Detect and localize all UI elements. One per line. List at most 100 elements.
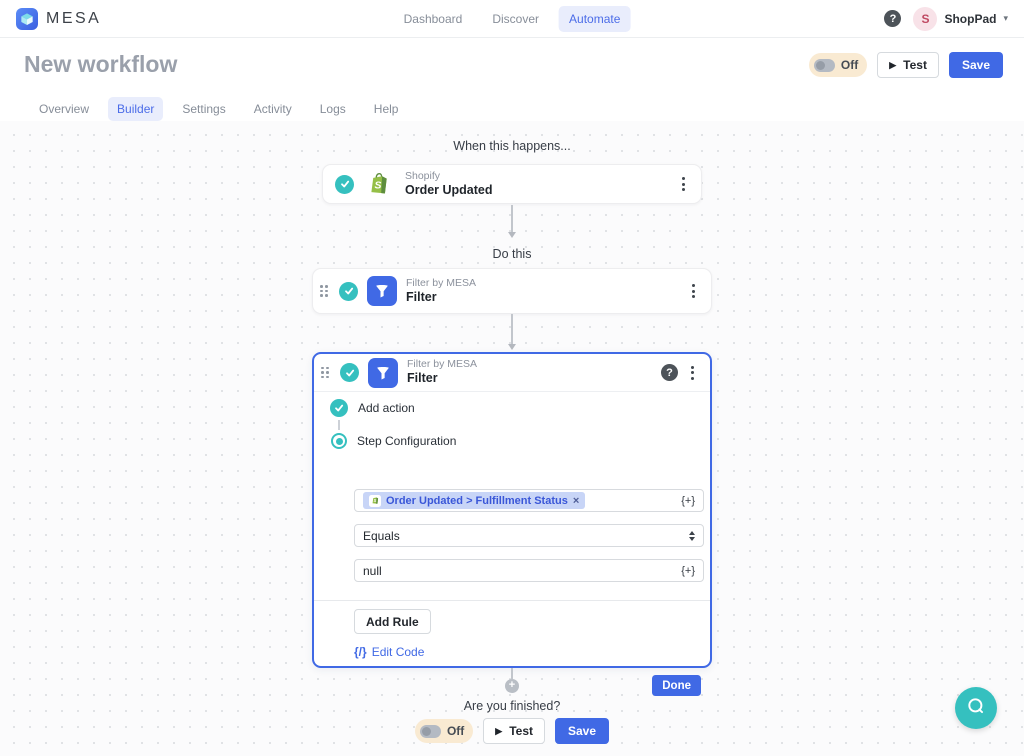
select-arrows-icon xyxy=(689,531,695,541)
tab-builder[interactable]: Builder xyxy=(108,97,163,121)
trigger-step-card[interactable]: S Shopify Order Updated xyxy=(322,164,702,204)
finish-controls: Off ▶ Test Save xyxy=(0,718,1024,744)
tab-help[interactable]: Help xyxy=(365,97,408,121)
workflow-status-toggle[interactable]: Off xyxy=(809,53,867,77)
drag-handle-icon[interactable] xyxy=(319,365,331,381)
code-icon: {/} xyxy=(354,645,367,659)
nav-item-dashboard[interactable]: Dashboard xyxy=(394,6,473,32)
kebab-menu-icon[interactable] xyxy=(678,173,689,195)
rule-field-input[interactable]: S Order Updated > Fulfillment Status × {… xyxy=(354,489,704,512)
shopify-mini-icon: S xyxy=(369,495,381,507)
value-input[interactable]: null {+} xyxy=(354,559,704,582)
filter-step-card[interactable]: Filter by MESA Filter xyxy=(312,268,712,314)
toggle-label: Off xyxy=(447,724,464,738)
workflow-canvas: When this happens... S Shopify Order Upd… xyxy=(0,121,1024,756)
substep-check-icon xyxy=(330,399,348,417)
value-text: null xyxy=(363,564,382,578)
trigger-step-title: Order Updated xyxy=(405,183,493,199)
test-button[interactable]: ▶ Test xyxy=(877,52,939,78)
field-token-chip[interactable]: S Order Updated > Fulfillment Status × xyxy=(363,492,585,509)
divider xyxy=(314,600,710,601)
topbar-right: ? S ShopPad ▾ xyxy=(884,7,1008,31)
chat-launcher-button[interactable] xyxy=(955,687,997,729)
step-add-action[interactable]: Add action xyxy=(330,399,415,417)
step-complete-check-icon xyxy=(339,282,358,301)
remove-token-icon[interactable]: × xyxy=(573,495,579,507)
test-button[interactable]: ▶ Test xyxy=(483,718,545,744)
chevron-down-icon: ▾ xyxy=(1003,13,1008,24)
help-icon[interactable]: ? xyxy=(884,10,901,27)
step-complete-check-icon xyxy=(340,363,359,382)
trigger-app-label: Shopify xyxy=(405,170,493,183)
connector-arrow-icon xyxy=(508,344,516,350)
trigger-section-label: When this happens... xyxy=(0,139,1024,153)
filter-funnel-icon xyxy=(367,276,397,306)
brand[interactable]: MESA xyxy=(16,8,101,30)
account-name: ShopPad xyxy=(944,12,996,26)
add-rule-label: Add Rule xyxy=(366,615,419,629)
save-button[interactable]: Save xyxy=(555,718,609,744)
play-icon: ▶ xyxy=(889,60,896,71)
save-button[interactable]: Save xyxy=(949,52,1003,78)
svg-text:S: S xyxy=(375,180,382,191)
connector-line xyxy=(511,314,513,345)
kebab-menu-icon[interactable] xyxy=(688,280,699,302)
kebab-menu-icon[interactable] xyxy=(687,362,698,384)
token-label: Order Updated > Fulfillment Status xyxy=(386,495,568,507)
nav-item-automate[interactable]: Automate xyxy=(559,6,630,32)
filter-step-title: Filter xyxy=(406,290,476,306)
play-icon: ▶ xyxy=(495,726,502,737)
action-section-label: Do this xyxy=(0,247,1024,261)
toggle-label: Off xyxy=(841,58,858,72)
topbar: MESA Dashboard Discover Automate ? S Sho… xyxy=(0,0,1024,38)
substep-label: Step Configuration xyxy=(357,434,456,448)
step-help-icon[interactable]: ? xyxy=(661,364,678,381)
insert-variable-icon[interactable]: {+} xyxy=(681,495,695,507)
operator-value: Equals xyxy=(363,529,400,543)
expanded-card-body: Add action Step Configuration S xyxy=(314,392,710,666)
tab-logs[interactable]: Logs xyxy=(311,97,355,121)
substep-connector xyxy=(338,420,340,430)
done-button[interactable]: Done xyxy=(652,675,701,696)
nav-item-discover[interactable]: Discover xyxy=(482,6,549,32)
test-button-label: Test xyxy=(903,58,927,72)
drag-handle-icon[interactable] xyxy=(318,283,330,299)
done-button-label: Done xyxy=(662,680,691,692)
save-button-label: Save xyxy=(962,58,990,72)
toggle-knob-icon xyxy=(814,59,835,72)
tab-bar: Overview Builder Settings Activity Logs … xyxy=(30,97,407,121)
svg-text:S: S xyxy=(373,498,376,503)
connector-line xyxy=(511,205,513,233)
operator-select[interactable]: Equals xyxy=(354,524,704,547)
expanded-filter-card: Filter by MESA Filter ? Add action Step … xyxy=(312,352,712,668)
chat-bubble-icon xyxy=(965,695,987,722)
brand-name: MESA xyxy=(46,10,101,28)
shopify-icon: S xyxy=(366,171,393,198)
edit-code-label: Edit Code xyxy=(372,645,425,659)
expanded-app-label: Filter by MESA xyxy=(407,358,477,371)
save-button-label: Save xyxy=(568,724,596,738)
tab-activity[interactable]: Activity xyxy=(245,97,301,121)
account-menu[interactable]: S ShopPad ▾ xyxy=(913,7,1008,31)
avatar: S xyxy=(913,7,937,31)
add-step-button[interactable]: + xyxy=(505,679,519,693)
mesa-logo-icon xyxy=(16,8,38,30)
insert-variable-icon[interactable]: {+} xyxy=(681,565,695,577)
tab-overview[interactable]: Overview xyxy=(30,97,98,121)
workflow-status-toggle[interactable]: Off xyxy=(415,719,473,743)
step-configuration[interactable]: Step Configuration xyxy=(331,433,456,449)
filter-app-label: Filter by MESA xyxy=(406,277,476,290)
connector-arrow-icon xyxy=(508,232,516,238)
substep-active-radio-icon xyxy=(331,433,347,449)
page-title: New workflow xyxy=(24,51,177,78)
main-nav: Dashboard Discover Automate xyxy=(394,6,631,32)
header-controls: Off ▶ Test Save xyxy=(809,52,1003,78)
workflow-header: New workflow Off ▶ Test Save Overview Bu… xyxy=(0,38,1024,121)
expanded-step-title: Filter xyxy=(407,371,477,387)
edit-code-link[interactable]: {/} Edit Code xyxy=(354,645,424,659)
add-rule-button[interactable]: Add Rule xyxy=(354,609,431,634)
toggle-knob-icon xyxy=(420,725,441,738)
expanded-card-header: Filter by MESA Filter ? xyxy=(314,354,710,392)
filter-funnel-icon xyxy=(368,358,398,388)
tab-settings[interactable]: Settings xyxy=(173,97,234,121)
